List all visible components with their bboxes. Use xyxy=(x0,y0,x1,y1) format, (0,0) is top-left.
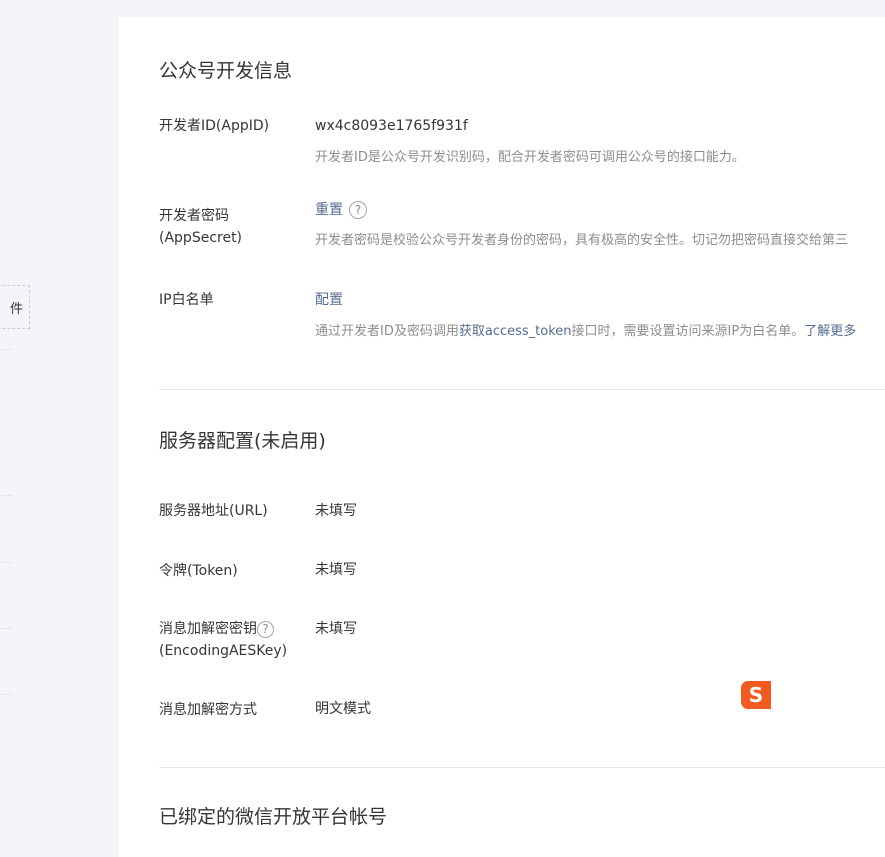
appsecret-label: 开发者密码 (AppSecret) xyxy=(159,205,242,249)
sidebar-divider xyxy=(0,495,13,496)
appid-description: 开发者ID是公众号开发识别码，配合开发者密码可调用公众号的接口能力。 xyxy=(315,150,745,165)
ip-whitelist-actions: 配置 xyxy=(315,290,343,310)
aes-key-value: 未填写 xyxy=(315,621,357,637)
left-sidebar: 件 xyxy=(0,0,118,842)
section-divider xyxy=(159,389,885,390)
add-plugin-box[interactable]: 件 xyxy=(0,285,30,329)
token-label: 令牌(Token) xyxy=(159,563,238,579)
sogou-input-icon[interactable]: S xyxy=(741,681,771,709)
appid-label: 开发者ID(AppID) xyxy=(159,118,270,134)
access-token-link[interactable]: 获取access_token xyxy=(459,324,572,339)
ip-desc-prefix: 通过开发者ID及密码调用 xyxy=(315,324,459,339)
sidebar-divider xyxy=(0,349,13,350)
question-mark-icon[interactable]: ? xyxy=(349,201,367,219)
aes-key-label: 消息加解密密钥? (EncodingAESKey) xyxy=(159,618,287,662)
sidebar-divider xyxy=(0,628,13,629)
server-config-title: 服务器配置(未启用) xyxy=(159,430,326,452)
aes-key-label-line1: 消息加解密密钥? xyxy=(159,618,287,640)
main-panel: 公众号开发信息 开发者ID(AppID) wx4c8093e1765f931f … xyxy=(119,17,885,857)
plugin-label: 件 xyxy=(9,301,23,317)
configure-ip-link[interactable]: 配置 xyxy=(315,292,343,308)
sidebar-divider xyxy=(0,694,13,695)
open-platform-title: 已绑定的微信开放平台帐号 xyxy=(159,806,388,828)
server-url-value: 未填写 xyxy=(315,503,357,519)
aes-key-label-line2: (EncodingAESKey) xyxy=(159,643,288,659)
appsecret-actions: 重置? xyxy=(315,200,367,220)
question-mark-icon[interactable]: ? xyxy=(257,620,274,638)
appsecret-description: 开发者密码是校验公众号开发者身份的密码，具有极高的安全性。切记勿把密码直接交给第… xyxy=(315,233,849,248)
learn-more-link[interactable]: 了解更多 xyxy=(804,324,856,339)
sidebar-divider xyxy=(0,562,13,563)
ip-desc-suffix: 接口时，需要设置访问来源IP为白名单。 xyxy=(571,324,805,339)
reset-secret-link[interactable]: 重置 xyxy=(315,202,343,218)
token-value: 未填写 xyxy=(315,562,357,578)
encrypt-mode-value: 明文模式 xyxy=(315,701,371,717)
developer-info-title: 公众号开发信息 xyxy=(159,60,293,82)
section-divider xyxy=(159,767,885,768)
appid-value: wx4c8093e1765f931f xyxy=(315,118,468,134)
server-url-label: 服务器地址(URL) xyxy=(159,503,268,519)
ip-whitelist-label: IP白名单 xyxy=(159,292,214,308)
ip-whitelist-description: 通过开发者ID及密码调用获取access_token接口时，需要设置访问来源IP… xyxy=(315,322,856,342)
encrypt-mode-label: 消息加解密方式 xyxy=(159,702,257,718)
appsecret-label-line1: 开发者密码 xyxy=(159,208,229,224)
appsecret-label-line2: (AppSecret) xyxy=(159,230,243,246)
